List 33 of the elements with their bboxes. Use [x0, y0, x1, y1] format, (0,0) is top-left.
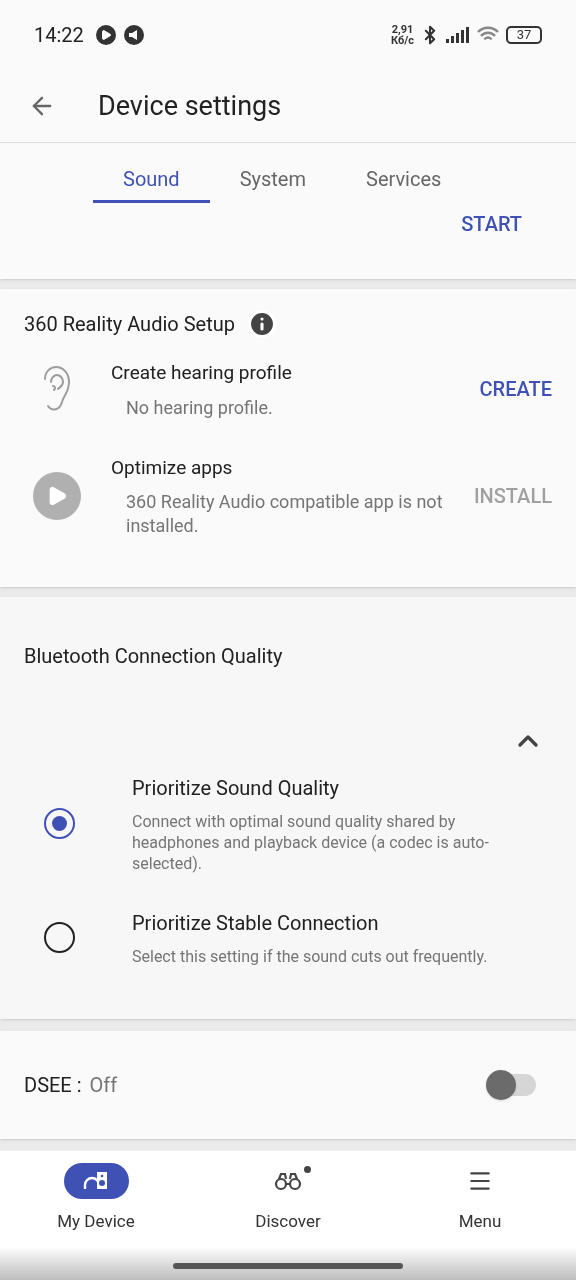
- section-title: Bluetooth Connection Quality: [23, 643, 284, 670]
- nav-item[interactable]: Discover: [192, 1151, 384, 1249]
- option-description: Connect with optimal sound quality shared by headphones and playback device (a codec is auto-selected).: [132, 811, 490, 874]
- start-button[interactable]: START: [461, 209, 522, 239]
- tab[interactable]: System: [209, 157, 336, 203]
- network-speed: 2,91: [391, 24, 414, 35]
- nav-item[interactable]: My Device: [0, 1151, 192, 1249]
- signal-icon: [446, 27, 470, 43]
- play-icon: [33, 471, 81, 520]
- item-description: No hearing profile.: [125, 395, 274, 420]
- option-description: Select this setting if the sound cuts out frequently.: [132, 946, 489, 967]
- battery-indicator: 37: [506, 26, 542, 44]
- section-title: 360 Reality Audio Setup: [24, 311, 235, 338]
- action-button[interactable]: CREATE: [479, 374, 552, 405]
- status-time: 14:22: [34, 22, 84, 49]
- headphones-speaker-icon: [83, 1170, 109, 1192]
- item-title: Optimize apps: [111, 454, 234, 481]
- item-description: 360 Reality Audio compatible app is not installed.: [125, 490, 444, 538]
- nav-item[interactable]: Menu: [384, 1151, 576, 1249]
- play-icon: [95, 25, 116, 45]
- item-title: Create hearing profile: [111, 360, 293, 386]
- radio-button[interactable]: [44, 808, 75, 839]
- radio-button[interactable]: [44, 922, 75, 953]
- option-title: Prioritize Sound Quality: [132, 775, 341, 802]
- tab[interactable]: Services: [336, 157, 472, 203]
- dsee-label: DSEE :: [24, 1072, 82, 1099]
- dsee-value: Off: [89, 1072, 118, 1099]
- network-speed-unit: Кб/с: [391, 35, 414, 46]
- binoculars-icon: [274, 1171, 302, 1191]
- megaphone-icon: [123, 25, 144, 45]
- tab[interactable]: Sound: [93, 157, 210, 203]
- option-title: Prioritize Stable Connection: [132, 910, 380, 937]
- page-title: Device settings: [98, 88, 282, 124]
